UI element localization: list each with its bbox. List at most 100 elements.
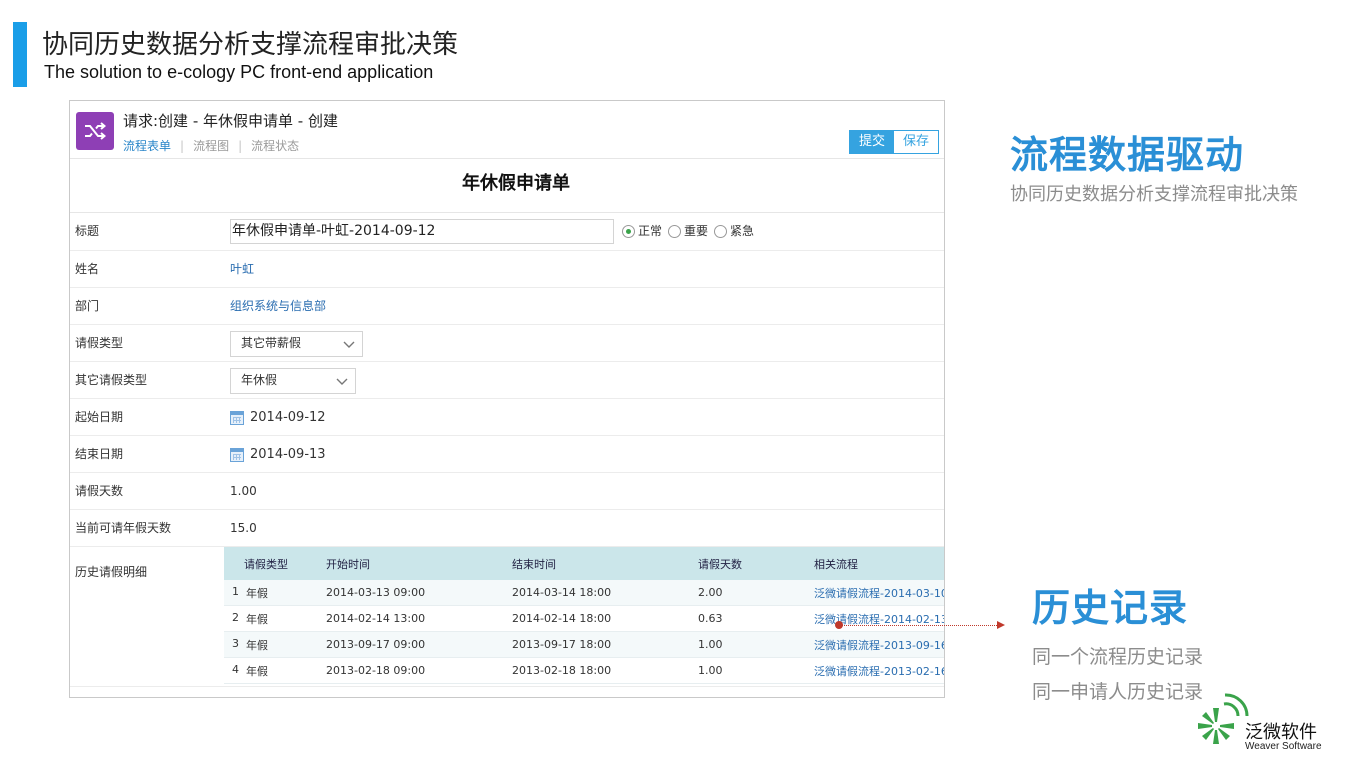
department-label: 部门: [75, 299, 100, 313]
row-flow-link[interactable]: 泛微请假流程-2013-02-16: [810, 663, 944, 679]
row-start-date: 起始日期 2014-09-12: [70, 399, 944, 436]
accent-bar: [13, 22, 27, 87]
feature-description: 协同历史数据分析支撑流程审批决策: [1010, 184, 1298, 205]
cell-type: 4 年假: [224, 663, 322, 679]
row-end: 2013-02-18 18:00: [512, 664, 612, 677]
row-index: 4: [232, 662, 239, 676]
name-label: 姓名: [75, 262, 100, 276]
history-body: 1 年假 2014-03-13 09:00 2014-03-14 18:00 2.…: [224, 580, 944, 684]
radio-icon: [668, 225, 682, 238]
row-type: 年假: [246, 612, 268, 626]
priority-important-label: 重要: [684, 224, 709, 238]
cell-type: 1 年假: [224, 585, 322, 601]
start-date-label: 起始日期: [75, 410, 124, 424]
calendar-icon[interactable]: [230, 410, 244, 425]
other-type-select[interactable]: 年休假: [230, 367, 356, 394]
name-value[interactable]: 叶虹: [230, 251, 254, 288]
row-history: 历史请假明细 请假类型 开始时间 结束时间 请假天数 相关流程 1 年假 2014…: [70, 547, 944, 687]
history-label: 历史请假明细: [75, 565, 148, 579]
tab-separator: |: [238, 138, 243, 153]
leave-type-select[interactable]: 其它带薪假: [230, 330, 363, 357]
feature-title: 流程数据驱动: [1010, 133, 1245, 177]
row-name: 姓名 叶虹: [70, 251, 944, 288]
history-table: 请假类型 开始时间 结束时间 请假天数 相关流程 1 年假 2014-03-13 …: [224, 547, 944, 684]
app-window: 请求:创建 - 年休假申请单 - 创建 流程表单 | 流程图 | 流程状态 提交…: [69, 100, 945, 698]
row-type: 年假: [246, 664, 268, 678]
days-value: 1.00: [230, 484, 257, 498]
tab-status[interactable]: 流程状态: [251, 137, 299, 154]
logo-subtitle: Weaver Software: [1245, 741, 1322, 752]
table-row: 1 年假 2014-03-13 09:00 2014-03-14 18:00 2.…: [224, 580, 944, 606]
row-end: 2014-02-14 18:00: [512, 612, 612, 625]
row-flow-link[interactable]: 泛微请假流程-2013-09-16: [810, 637, 944, 653]
app-header: 请求:创建 - 年休假申请单 - 创建 流程表单 | 流程图 | 流程状态 提交…: [70, 101, 944, 159]
slide-title: 协同历史数据分析支撑流程审批决策: [42, 30, 459, 60]
start-date-wrap: 2014-09-12: [230, 399, 326, 436]
title-input[interactable]: 年休假申请单-叶虹-2014-09-12: [230, 219, 614, 244]
end-date-wrap: 2014-09-13: [230, 436, 326, 473]
row-end: 2013-09-17 18:00: [512, 638, 612, 651]
row-start: 2013-09-17 09:00: [326, 638, 426, 651]
callout-arrow-line: [838, 625, 1003, 626]
days-label: 请假天数: [75, 484, 124, 498]
row-department: 部门 组织系统与信息部: [70, 288, 944, 325]
row-days: 1.00: [698, 638, 723, 651]
history-description-2: 同一申请人历史记录: [1032, 681, 1204, 703]
row-available: 当前可请年假天数 15.0: [70, 510, 944, 547]
table-row: 3 年假 2013-09-17 09:00 2013-09-17 18:00 1.…: [224, 632, 944, 658]
chevron-down-icon: [343, 341, 355, 348]
header-end: 结束时间: [512, 557, 556, 571]
end-date-value: 2014-09-13: [250, 447, 326, 462]
row-days: 请假天数 1.00: [70, 473, 944, 510]
form-title: 年休假申请单: [70, 159, 944, 213]
leave-type-wrap: 其它带薪假: [230, 325, 363, 362]
row-index: 3: [232, 636, 239, 650]
chevron-down-icon: [336, 378, 348, 385]
radio-icon: [714, 225, 728, 238]
leave-type-label: 请假类型: [75, 336, 124, 350]
row-type: 年假: [246, 638, 268, 652]
tab-flowchart[interactable]: 流程图: [193, 137, 229, 154]
calendar-icon[interactable]: [230, 447, 244, 462]
cell-type: 3 年假: [224, 637, 322, 653]
row-start: 2014-03-13 09:00: [326, 586, 426, 599]
other-type-value: 年休假: [241, 373, 278, 387]
priority-urgent[interactable]: 紧急: [714, 213, 754, 250]
history-header: 请假类型 开始时间 结束时间 请假天数 相关流程: [224, 547, 944, 580]
callout-arrow-dot: [835, 621, 843, 629]
form-tabs: 流程表单 | 流程图 | 流程状态: [123, 137, 299, 154]
radio-checked-icon: [622, 225, 635, 238]
title-value-wrap: 年休假申请单-叶虹-2014-09-12 正常 重要 紧急: [230, 213, 760, 250]
table-row: 4 年假 2013-02-18 09:00 2013-02-18 18:00 1.…: [224, 658, 944, 684]
row-end: 2014-03-14 18:00: [512, 586, 612, 599]
slide-subtitle: The solution to e-cology PC front-end ap…: [44, 62, 434, 82]
department-value[interactable]: 组织系统与信息部: [230, 288, 326, 325]
tab-form[interactable]: 流程表单: [123, 137, 171, 154]
title-label: 标题: [75, 224, 100, 238]
available-value: 15.0: [230, 521, 257, 535]
row-leave-type: 请假类型 其它带薪假: [70, 325, 944, 362]
cell-type: 2 年假: [224, 611, 322, 627]
end-date-label: 结束日期: [75, 447, 124, 461]
available-label: 当前可请年假天数: [75, 521, 172, 535]
save-button[interactable]: 保存: [893, 131, 938, 153]
start-date-value: 2014-09-12: [250, 410, 326, 425]
priority-important[interactable]: 重要: [668, 213, 708, 250]
priority-urgent-label: 紧急: [730, 224, 755, 238]
row-other-type: 其它请假类型 年休假: [70, 362, 944, 399]
row-end-date: 结束日期 2014-09-13: [70, 436, 944, 473]
leave-type-value: 其它带薪假: [241, 336, 302, 350]
header-days: 请假天数: [698, 557, 742, 571]
header-start: 开始时间: [326, 557, 370, 571]
row-start: 2014-02-14 13:00: [326, 612, 426, 625]
submit-button[interactable]: 提交: [849, 131, 894, 153]
row-days: 2.00: [698, 586, 723, 599]
history-description-1: 同一个流程历史记录: [1032, 646, 1204, 668]
other-type-wrap: 年休假: [230, 362, 356, 399]
row-days: 1.00: [698, 664, 723, 677]
header-type: 请假类型: [244, 557, 288, 571]
request-title: 请求:创建 - 年休假申请单 - 创建: [123, 112, 338, 130]
other-type-label: 其它请假类型: [75, 373, 148, 387]
priority-normal[interactable]: 正常: [622, 213, 662, 250]
row-flow-link[interactable]: 泛微请假流程-2014-03-10: [810, 585, 944, 601]
